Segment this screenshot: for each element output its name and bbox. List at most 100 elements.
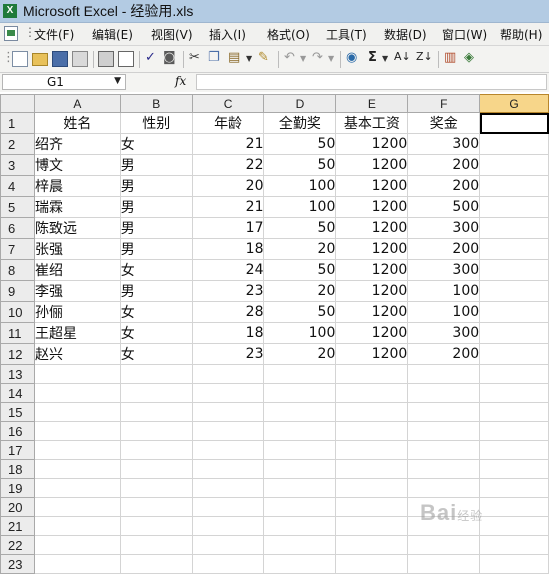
- cell-a9[interactable]: 李强: [33, 280, 121, 302]
- cell-d19[interactable]: [263, 478, 337, 498]
- formula-input[interactable]: [196, 74, 547, 90]
- cell-c18[interactable]: [191, 459, 265, 479]
- cell-e23[interactable]: [335, 554, 409, 574]
- cell-e5[interactable]: 1200: [335, 196, 409, 218]
- chevron-down-icon[interactable]: ▼: [114, 76, 121, 86]
- row-header[interactable]: 17: [0, 440, 35, 460]
- cell-a18[interactable]: [33, 459, 121, 479]
- row-header[interactable]: 6: [0, 217, 35, 239]
- cell-g21[interactable]: [479, 516, 549, 536]
- cell-g12[interactable]: [479, 343, 549, 365]
- cell-d15[interactable]: [263, 402, 337, 422]
- cell-a19[interactable]: [33, 478, 121, 498]
- row-header[interactable]: 18: [0, 459, 35, 479]
- cell-g22[interactable]: [479, 535, 549, 555]
- menu-insert[interactable]: 插入(I): [209, 26, 246, 43]
- hyperlink-icon[interactable]: ◉: [346, 50, 357, 65]
- workbook-icon[interactable]: [4, 26, 18, 41]
- cell-d8[interactable]: 50: [263, 259, 337, 281]
- cell-b10[interactable]: 女: [119, 301, 193, 323]
- cell-f4[interactable]: 200: [407, 175, 481, 197]
- cell-e1[interactable]: 基本工资: [335, 112, 409, 134]
- cell-c23[interactable]: [191, 554, 265, 574]
- cell-b21[interactable]: [119, 516, 193, 536]
- cell-c14[interactable]: [191, 383, 265, 403]
- cell-g13[interactable]: [479, 364, 549, 384]
- insert-function-icon[interactable]: fx: [175, 74, 186, 88]
- cell-a2[interactable]: 绍齐: [33, 133, 121, 155]
- cell-b19[interactable]: [119, 478, 193, 498]
- cell-e22[interactable]: [335, 535, 409, 555]
- open-icon[interactable]: [32, 53, 48, 66]
- cell-c7[interactable]: 18: [191, 238, 265, 260]
- cell-c19[interactable]: [191, 478, 265, 498]
- row-header[interactable]: 1: [0, 112, 35, 134]
- cell-f2[interactable]: 300: [407, 133, 481, 155]
- print-preview-icon[interactable]: [118, 51, 134, 67]
- column-header-a[interactable]: A: [33, 94, 121, 113]
- print-icon[interactable]: [98, 51, 114, 67]
- cell-b7[interactable]: 男: [119, 238, 193, 260]
- paste-dropdown-icon[interactable]: ▼: [246, 54, 252, 63]
- cell-e18[interactable]: [335, 459, 409, 479]
- new-icon[interactable]: [12, 51, 28, 67]
- cell-a22[interactable]: [33, 535, 121, 555]
- row-header[interactable]: 22: [0, 535, 35, 555]
- cell-d14[interactable]: [263, 383, 337, 403]
- cell-f10[interactable]: 100: [407, 301, 481, 323]
- cut-icon[interactable]: ✂: [189, 50, 200, 65]
- cell-f5[interactable]: 500: [407, 196, 481, 218]
- cell-c20[interactable]: [191, 497, 265, 517]
- cell-e3[interactable]: 1200: [335, 154, 409, 176]
- cell-e10[interactable]: 1200: [335, 301, 409, 323]
- cell-e2[interactable]: 1200: [335, 133, 409, 155]
- cell-b2[interactable]: 女: [119, 133, 193, 155]
- cell-e14[interactable]: [335, 383, 409, 403]
- cell-g11[interactable]: [479, 322, 549, 344]
- redo-icon[interactable]: ↷: [312, 50, 323, 65]
- cell-d9[interactable]: 20: [263, 280, 337, 302]
- name-box[interactable]: G1 ▼: [2, 74, 126, 90]
- cell-d16[interactable]: [263, 421, 337, 441]
- column-header-e[interactable]: E: [335, 94, 409, 113]
- cell-c4[interactable]: 20: [191, 175, 265, 197]
- cell-c17[interactable]: [191, 440, 265, 460]
- redo-dropdown-icon[interactable]: ▼: [328, 54, 334, 63]
- cell-a4[interactable]: 梓晨: [33, 175, 121, 197]
- cell-f3[interactable]: 200: [407, 154, 481, 176]
- cell-e15[interactable]: [335, 402, 409, 422]
- row-header[interactable]: 2: [0, 133, 35, 155]
- cell-d7[interactable]: 20: [263, 238, 337, 260]
- cell-d21[interactable]: [263, 516, 337, 536]
- cell-c12[interactable]: 23: [191, 343, 265, 365]
- cell-b4[interactable]: 男: [119, 175, 193, 197]
- cell-g6[interactable]: [479, 217, 549, 239]
- cell-f15[interactable]: [407, 402, 481, 422]
- cell-g9[interactable]: [479, 280, 549, 302]
- row-header[interactable]: 11: [0, 322, 35, 344]
- sort-ascending-icon[interactable]: A↓: [394, 50, 411, 63]
- cell-b18[interactable]: [119, 459, 193, 479]
- row-header[interactable]: 20: [0, 497, 35, 517]
- cell-d5[interactable]: 100: [263, 196, 337, 218]
- cell-d1[interactable]: 全勤奖: [263, 112, 337, 134]
- cell-e7[interactable]: 1200: [335, 238, 409, 260]
- cell-a1[interactable]: 姓名: [33, 112, 121, 134]
- cell-g19[interactable]: [479, 478, 549, 498]
- undo-icon[interactable]: ↶: [284, 50, 295, 65]
- cell-g10[interactable]: [479, 301, 549, 323]
- row-header[interactable]: 16: [0, 421, 35, 441]
- cell-f1[interactable]: 奖金: [407, 112, 481, 134]
- cell-f8[interactable]: 300: [407, 259, 481, 281]
- cell-b20[interactable]: [119, 497, 193, 517]
- cell-c10[interactable]: 28: [191, 301, 265, 323]
- column-header-g[interactable]: G: [479, 94, 549, 113]
- cell-f18[interactable]: [407, 459, 481, 479]
- cell-b23[interactable]: [119, 554, 193, 574]
- cell-c13[interactable]: [191, 364, 265, 384]
- menu-tools[interactable]: 工具(T): [326, 26, 367, 43]
- cell-g16[interactable]: [479, 421, 549, 441]
- cell-d12[interactable]: 20: [263, 343, 337, 365]
- cell-d3[interactable]: 50: [263, 154, 337, 176]
- row-header[interactable]: 23: [0, 554, 35, 574]
